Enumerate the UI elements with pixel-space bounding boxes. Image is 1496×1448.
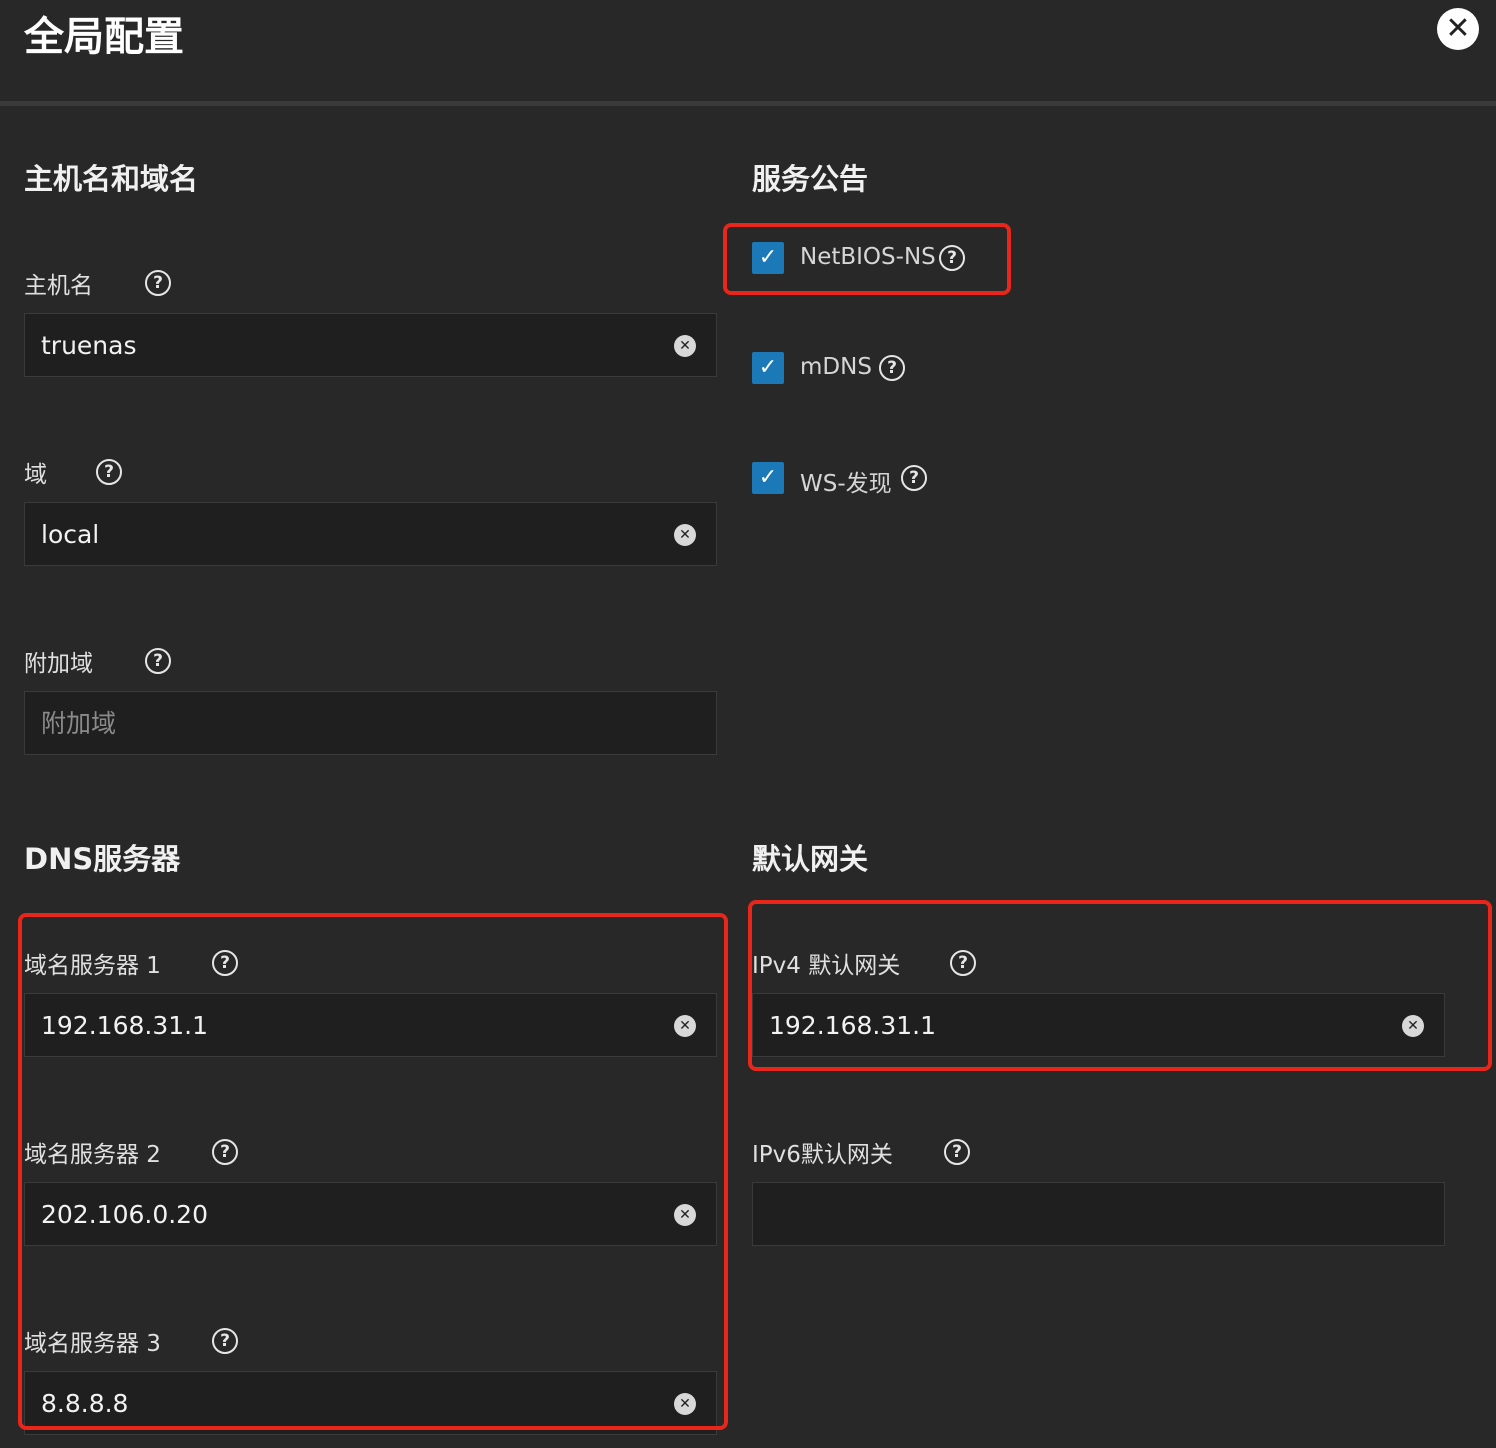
ws-discovery-checkbox[interactable]: ✓ [752,462,784,494]
additional-domains-input[interactable] [41,692,661,754]
additional-domains-label: 附加域 [24,651,93,677]
hostname-input[interactable] [41,314,661,376]
help-icon[interactable]: ? [944,1139,970,1165]
domain-input[interactable] [41,503,661,565]
highlight-box [748,900,1492,1071]
help-icon[interactable]: ? [879,355,905,381]
ipv6-gateway-input[interactable] [769,1183,1389,1245]
ipv6-gateway-label: IPv6默认网关 [752,1142,893,1168]
help-icon[interactable]: ? [145,648,171,674]
ipv6-gateway-field[interactable] [752,1182,1445,1246]
dialog-header [0,0,1496,101]
service-announcement-title: 服务公告 [752,162,869,196]
mdns-checkbox[interactable]: ✓ [752,352,784,384]
hostname-section-title: 主机名和域名 [24,162,199,196]
mdns-label: mDNS [800,354,872,380]
dialog-title: 全局配置 [24,14,184,60]
help-icon[interactable]: ? [901,465,927,491]
highlight-box [723,223,1011,295]
clear-icon[interactable]: ✕ [674,335,696,357]
highlight-box [18,913,728,1430]
domain-field[interactable]: ✕ [24,502,717,566]
close-icon[interactable]: ✕ [1437,8,1479,50]
clear-icon[interactable]: ✕ [674,524,696,546]
header-divider [0,101,1496,106]
dns-section-title: DNS服务器 [24,842,181,876]
hostname-field[interactable]: ✕ [24,313,717,377]
ws-discovery-label: WS-发现 [800,471,892,497]
hostname-label: 主机名 [24,273,93,299]
gateway-section-title: 默认网关 [752,842,869,876]
help-icon[interactable]: ? [96,459,122,485]
additional-domains-field[interactable] [24,691,717,755]
domain-label: 域 [24,462,47,488]
help-icon[interactable]: ? [145,270,171,296]
